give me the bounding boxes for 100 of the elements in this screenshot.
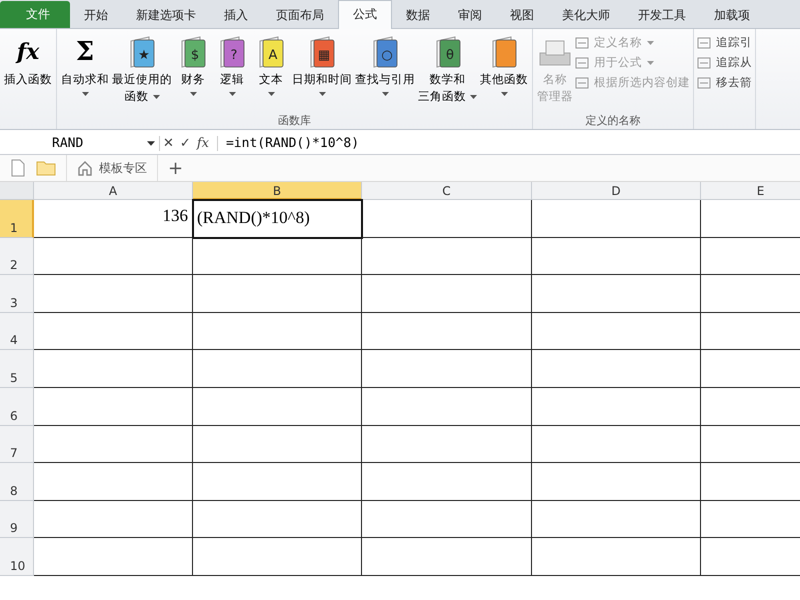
table-cell[interactable] xyxy=(362,426,532,464)
cancel-button[interactable]: ✕ xyxy=(163,136,174,150)
table-cell[interactable] xyxy=(362,200,532,238)
ribbon-tab[interactable]: 新建选项卡 xyxy=(122,2,210,28)
table-cell[interactable] xyxy=(532,275,701,313)
table-cell[interactable] xyxy=(532,426,701,464)
table-cell[interactable] xyxy=(34,538,193,576)
confirm-button[interactable]: ✓ xyxy=(180,136,191,150)
row-header[interactable]: 4 xyxy=(0,312,34,350)
table-cell[interactable] xyxy=(362,275,532,313)
table-cell[interactable] xyxy=(362,238,532,276)
group-label: 函数库 xyxy=(277,113,312,129)
group-label: 定义的名称 xyxy=(584,113,642,129)
ribbon-button[interactable]: fx 插入函数 xyxy=(3,29,53,113)
table-cell[interactable] xyxy=(34,426,193,464)
row-header[interactable]: 1 xyxy=(0,200,34,238)
ribbon-small-button[interactable]: 追踪从 xyxy=(697,55,752,70)
insert-function-button[interactable]: fx xyxy=(196,136,209,150)
table-cell[interactable] xyxy=(34,463,193,501)
table-cell[interactable] xyxy=(532,500,701,538)
table-cell[interactable] xyxy=(532,350,701,388)
table-cell[interactable] xyxy=(193,538,362,576)
file-tab[interactable]: 文件 xyxy=(0,1,70,28)
row-header[interactable]: 8 xyxy=(0,463,34,501)
document-tab[interactable]: 模板专区 xyxy=(66,155,158,181)
table-cell[interactable] xyxy=(193,238,362,276)
table-cell[interactable] xyxy=(193,500,362,538)
caret-icon xyxy=(190,92,196,96)
table-cell[interactable] xyxy=(34,238,193,276)
caret-icon xyxy=(152,94,160,98)
table-cell[interactable] xyxy=(193,426,362,464)
ribbon-tab[interactable]: 开始 xyxy=(70,2,122,28)
ribbon-tab[interactable]: 公式 xyxy=(338,0,392,29)
row-header[interactable]: 9 xyxy=(0,500,34,538)
table-cell[interactable] xyxy=(532,200,701,238)
table-cell[interactable] xyxy=(532,312,701,350)
row-header[interactable]: 6 xyxy=(0,388,34,426)
ribbon-tab[interactable]: 数据 xyxy=(392,2,444,28)
column-header[interactable]: C xyxy=(362,182,532,200)
ribbon-tab[interactable]: 开发工具 xyxy=(624,2,700,28)
row-header[interactable]: 2 xyxy=(0,238,34,276)
column-header[interactable]: A xyxy=(34,182,193,200)
table-cell[interactable] xyxy=(34,388,193,426)
home-icon xyxy=(77,160,93,176)
caret-icon xyxy=(318,92,326,96)
table-cell[interactable] xyxy=(362,463,532,501)
column-header[interactable]: D xyxy=(532,182,701,200)
table-cell[interactable] xyxy=(362,500,532,538)
ribbon-button[interactable]: 其他函数 xyxy=(479,29,529,113)
table-cell[interactable] xyxy=(34,275,193,313)
row-header[interactable]: 5 xyxy=(0,350,34,388)
formula-field[interactable]: =int(RAND()*10^8) xyxy=(216,136,800,150)
ribbon-button[interactable]: ★ 最近使用的 函数 xyxy=(111,29,173,113)
table-cell[interactable] xyxy=(193,312,362,350)
table-cell[interactable] xyxy=(193,388,362,426)
add-tab-button[interactable]: + xyxy=(168,158,184,178)
ribbon-tab[interactable]: 审阅 xyxy=(444,2,496,28)
table-cell[interactable] xyxy=(193,463,362,501)
table-cell[interactable] xyxy=(362,538,532,576)
ribbon-small-button[interactable]: 移去箭 xyxy=(697,75,752,90)
row-header[interactable]: 7 xyxy=(0,426,34,464)
command-icon xyxy=(575,56,591,70)
ribbon-tab[interactable]: 插入 xyxy=(210,2,262,28)
table-cell[interactable] xyxy=(362,312,532,350)
row-header[interactable]: 3 xyxy=(0,275,34,313)
caret-icon xyxy=(268,92,274,96)
ribbon-tab[interactable]: 页面布局 xyxy=(262,2,338,28)
caret-icon xyxy=(647,60,654,64)
table-cell[interactable] xyxy=(532,388,701,426)
table-cell[interactable] xyxy=(34,500,193,538)
table-cell[interactable] xyxy=(532,538,701,576)
ribbon-button[interactable]: A 文本 xyxy=(252,29,290,113)
table-cell[interactable] xyxy=(193,350,362,388)
ribbon-small-button[interactable]: 追踪引 xyxy=(697,35,752,50)
ribbon-tab[interactable]: 加载项 xyxy=(700,2,764,28)
ribbon-button[interactable]: ○ 查找与引用 xyxy=(354,29,416,113)
ribbon-button[interactable]: θ 数学和 三角函数 xyxy=(417,29,478,113)
column-header[interactable]: E xyxy=(701,182,800,200)
table-cell[interactable] xyxy=(362,350,532,388)
new-document-icon[interactable] xyxy=(10,159,26,177)
table-cell[interactable] xyxy=(34,312,193,350)
ribbon-button[interactable]: $ 财务 xyxy=(174,29,212,113)
ribbon-button[interactable]: ▦ 日期和时间 xyxy=(291,29,353,113)
ribbon-button[interactable]: Σ 自动求和 xyxy=(60,29,110,113)
ribbon-tab[interactable]: 美化大师 xyxy=(548,2,624,28)
caret-icon xyxy=(647,40,654,44)
ribbon-tab[interactable]: 视图 xyxy=(496,2,548,28)
table-cell[interactable]: 136 xyxy=(34,200,193,238)
table-cell[interactable]: (RAND()*10^8) xyxy=(193,200,362,238)
table-cell[interactable] xyxy=(532,463,701,501)
column-header[interactable]: B xyxy=(193,182,362,200)
row-header[interactable]: 10 xyxy=(0,538,34,576)
table-cell[interactable] xyxy=(34,350,193,388)
ribbon-button[interactable]: ? 逻辑 xyxy=(213,29,251,113)
table-cell[interactable] xyxy=(362,388,532,426)
name-box[interactable]: RAND xyxy=(0,136,160,150)
caret-icon xyxy=(147,140,155,146)
table-cell[interactable] xyxy=(532,238,701,276)
table-cell[interactable] xyxy=(193,275,362,313)
caret-icon xyxy=(500,92,508,96)
